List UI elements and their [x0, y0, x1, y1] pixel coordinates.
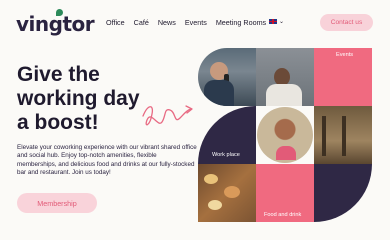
- language-selector[interactable]: ⌄: [269, 18, 284, 25]
- workplace-tile[interactable]: Work place: [198, 106, 256, 164]
- hero-title-line-2: working day: [17, 87, 140, 110]
- window-frame-shape-2: [342, 116, 346, 156]
- hero-title-line-1: Give the: [17, 63, 100, 86]
- food-and-drink-label: Food and drink: [264, 212, 302, 218]
- chevron-down-icon: ⌄: [279, 19, 285, 25]
- podcast-photo-tile: [198, 48, 256, 106]
- woman-photo-tile: [256, 106, 314, 164]
- hero-title: Give the working day a boost!: [17, 63, 147, 135]
- studio-photo-tile: [256, 48, 314, 106]
- nav-item-office[interactable]: Office: [106, 18, 125, 27]
- events-tile[interactable]: Events: [314, 48, 372, 106]
- man-shirt-shape: [266, 84, 302, 106]
- person-shirt-shape: [204, 80, 234, 106]
- woman-top-shape: [276, 146, 296, 160]
- nav-item-meeting-rooms[interactable]: Meeting Rooms: [216, 18, 266, 27]
- workplace-label: Work place: [212, 152, 240, 158]
- hero-title-line-3: a boost!: [17, 111, 99, 134]
- pastry-shape-2: [224, 186, 240, 198]
- logo-leaf-icon: [56, 9, 63, 16]
- membership-button[interactable]: Membership: [17, 193, 97, 213]
- window-frame-shape: [322, 116, 326, 156]
- nav-item-cafe[interactable]: Café: [134, 18, 149, 27]
- uk-flag-icon: [269, 19, 277, 24]
- hero-description: Elevate your coworking experience with o…: [17, 144, 197, 177]
- feature-tile-grid: Events Work place Food and drink: [198, 48, 372, 224]
- nav-item-events[interactable]: Events: [185, 18, 207, 27]
- pastry-shape-3: [208, 200, 222, 210]
- food-photo-tile: [198, 164, 256, 222]
- events-label: Events: [336, 52, 354, 58]
- dark-decor-tile: [314, 164, 372, 222]
- contact-us-button[interactable]: Contact us: [320, 14, 373, 31]
- pastry-shape: [204, 174, 218, 184]
- main-menu: Office Café News Events Meeting Rooms: [106, 18, 275, 27]
- restaurant-photo-tile: [314, 106, 372, 164]
- top-navigation: vingtor Office Café News Events Meeting …: [0, 0, 390, 44]
- decorative-squiggle-arrow: [142, 105, 193, 126]
- nav-item-news[interactable]: News: [158, 18, 176, 27]
- food-and-drink-tile[interactable]: Food and drink: [256, 164, 314, 222]
